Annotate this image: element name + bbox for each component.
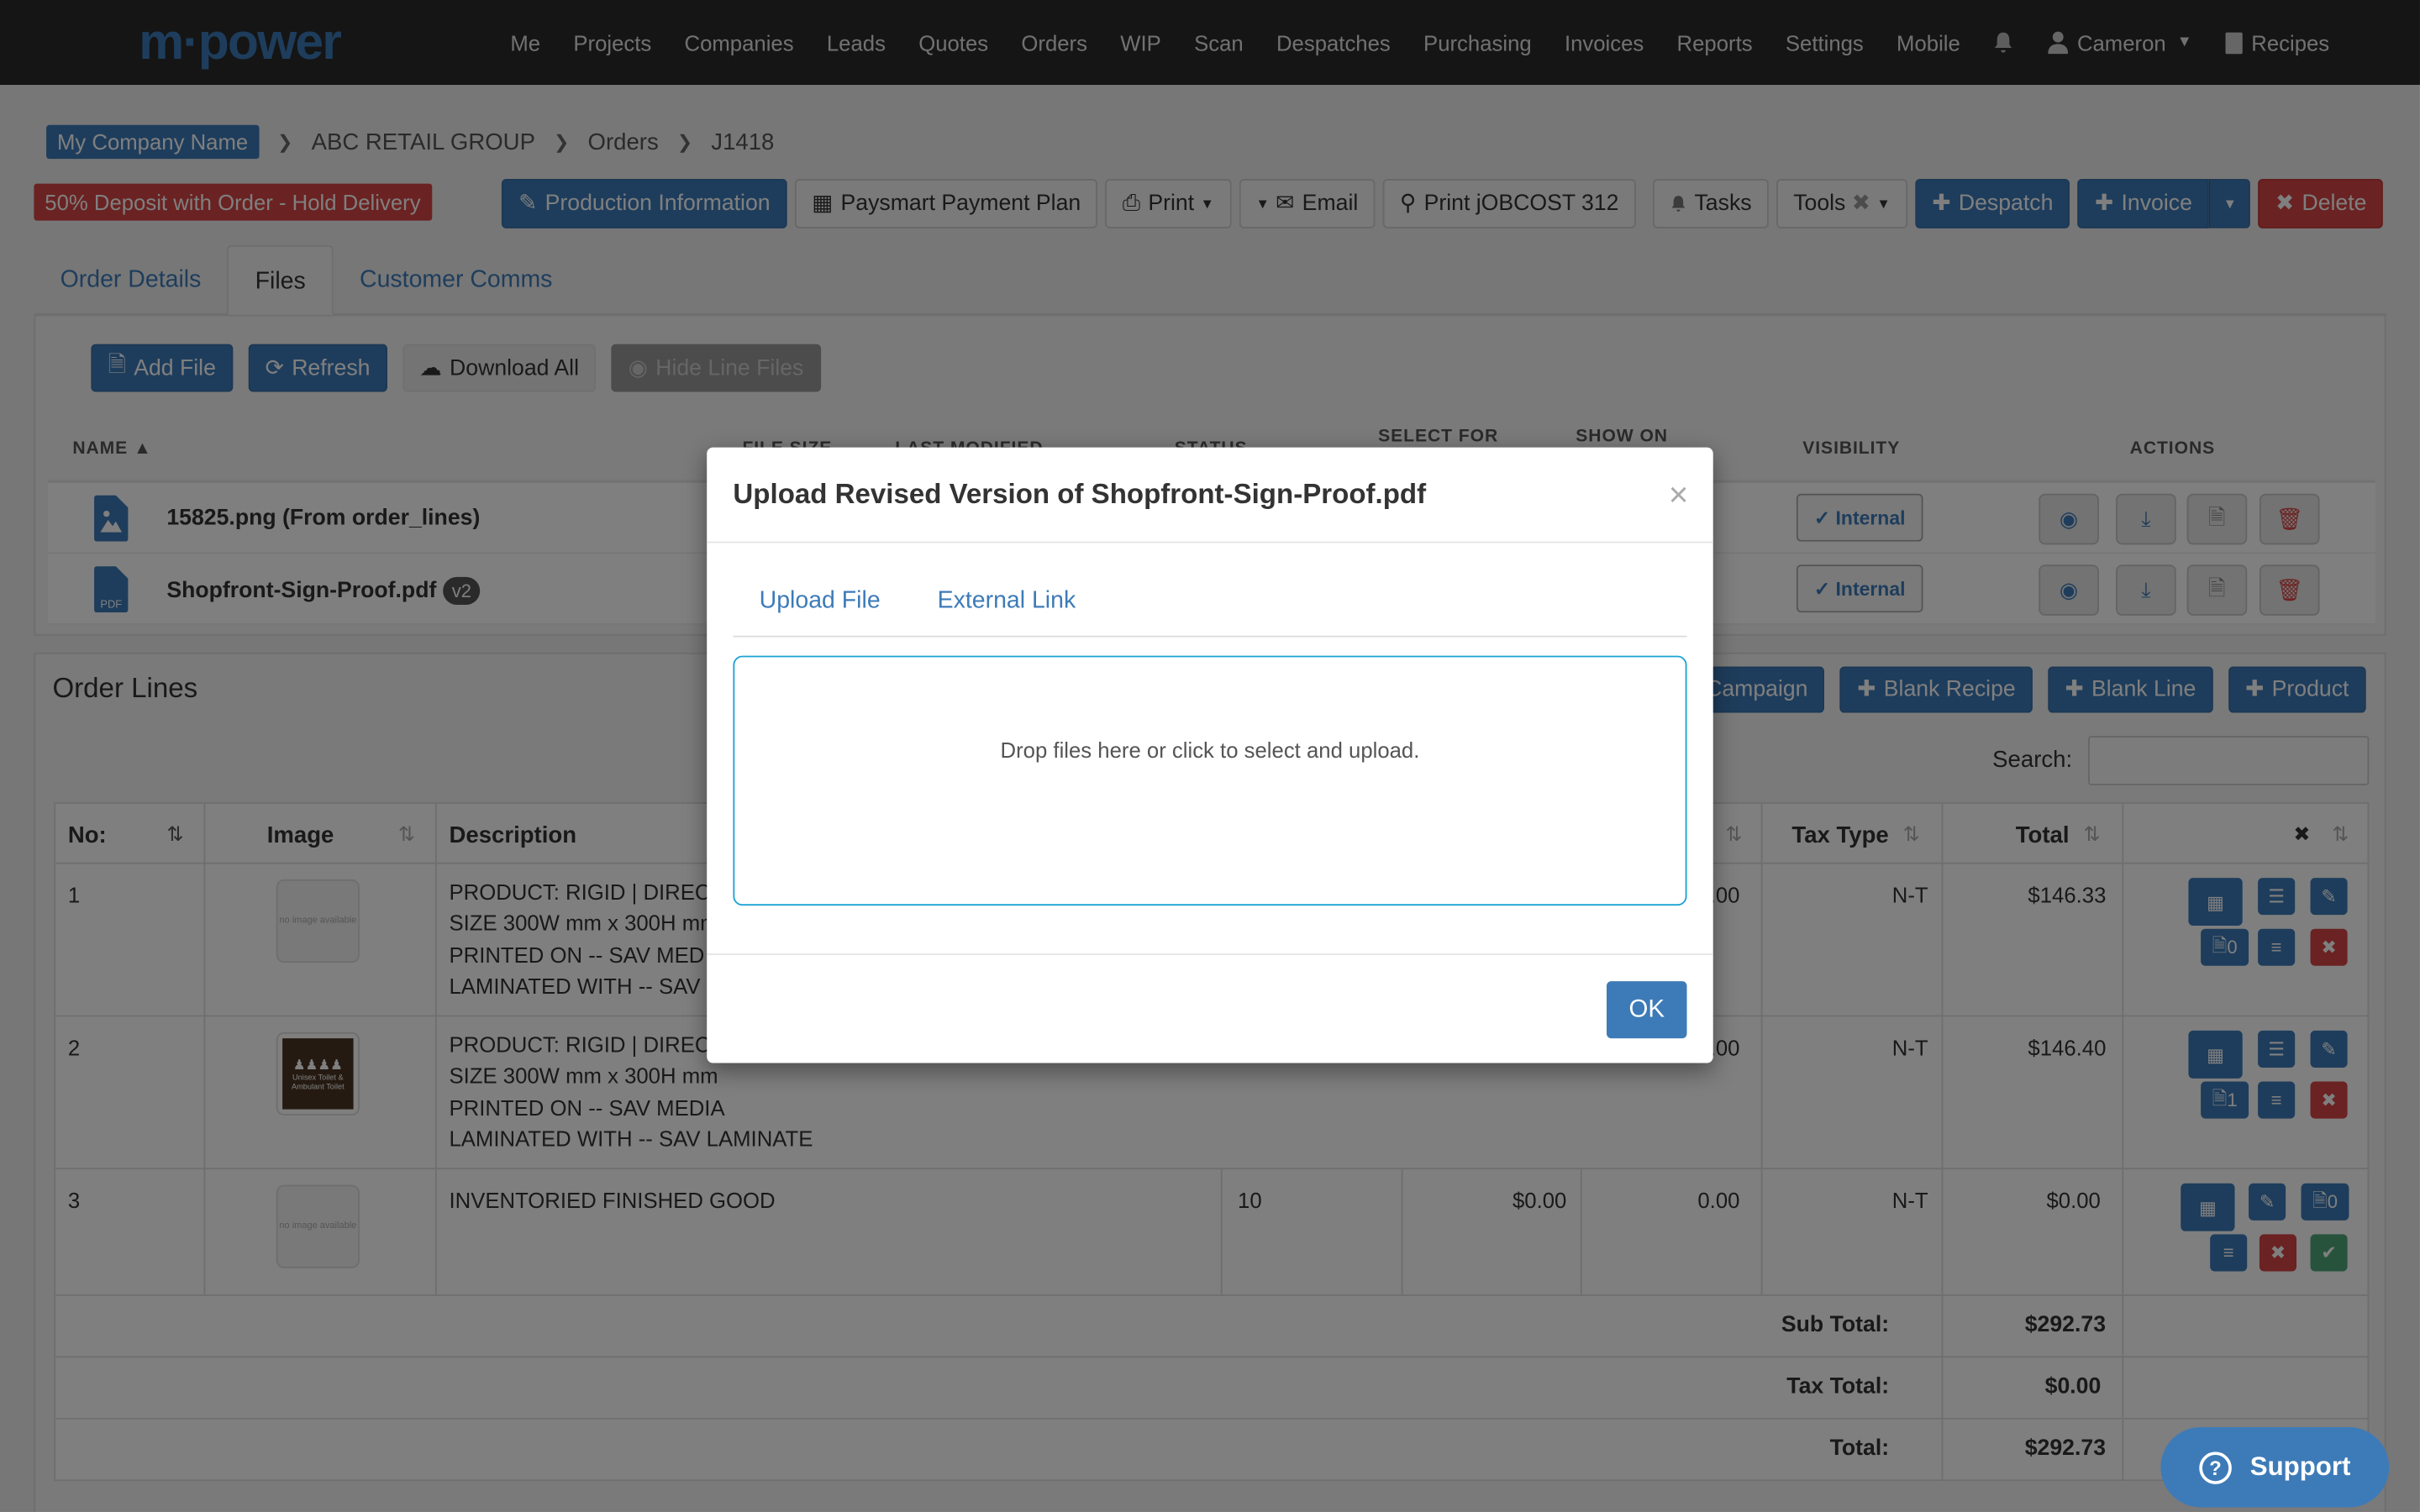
tab-external-link[interactable]: External Link <box>907 571 1102 638</box>
dropzone-message: Drop files here or click to select and u… <box>1000 737 1420 763</box>
modal-close-button[interactable]: × <box>1669 475 1689 516</box>
tab-upload-file[interactable]: Upload File <box>733 571 906 638</box>
modal-title: Upload Revised Version of Shopfront-Sign… <box>733 478 1427 510</box>
modal-header-divider <box>707 541 1713 543</box>
support-button[interactable]: ? Support <box>2160 1426 2390 1508</box>
upload-revision-modal: Upload Revised Version of Shopfront-Sign… <box>707 447 1713 1063</box>
modal-footer-divider <box>707 953 1713 955</box>
support-label: Support <box>2249 1452 2351 1482</box>
close-icon: × <box>1668 475 1689 514</box>
question-icon: ? <box>2199 1451 2232 1483</box>
modal-tabs: Upload File External Link <box>733 571 1687 638</box>
ok-button[interactable]: OK <box>1607 981 1687 1039</box>
file-dropzone[interactable]: Drop files here or click to select and u… <box>733 655 1687 906</box>
